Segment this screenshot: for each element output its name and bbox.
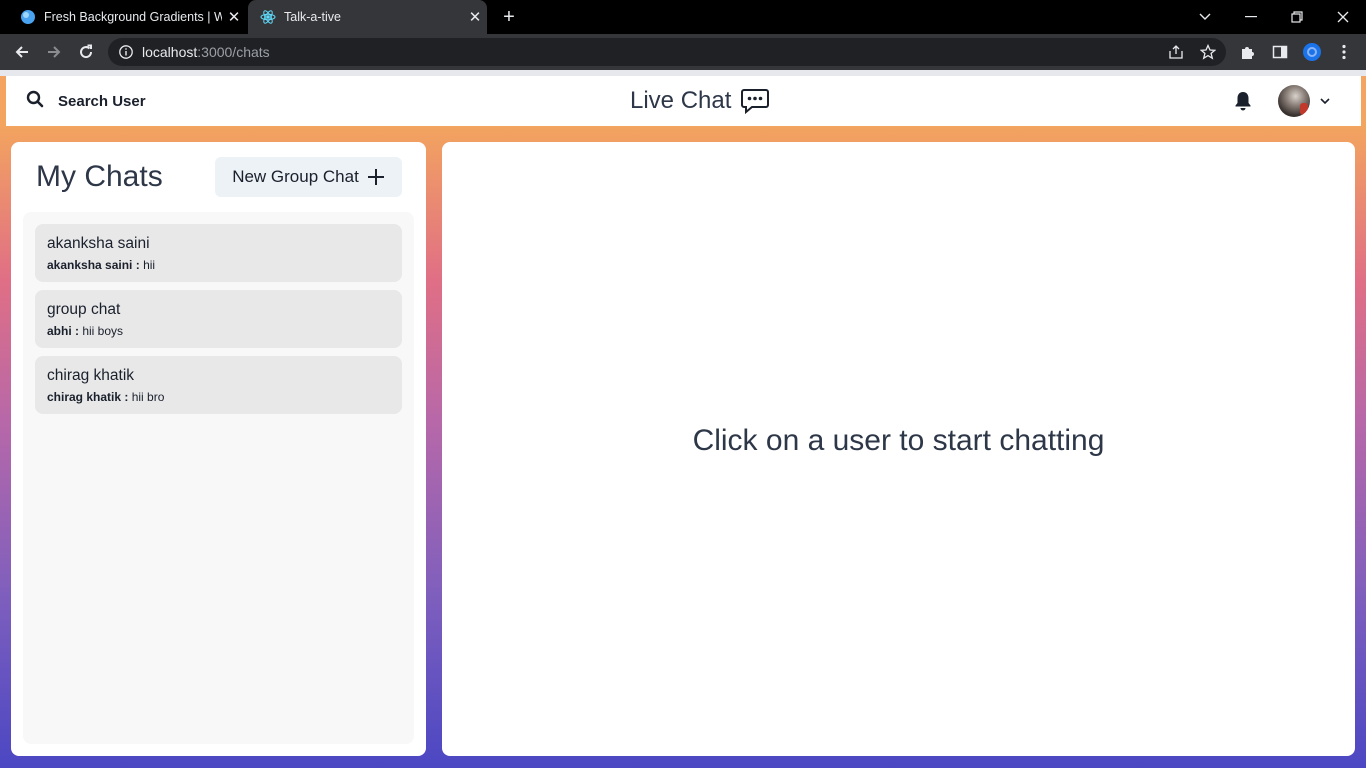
- chat-area: Click on a user to start chatting: [442, 142, 1355, 756]
- app-title: Live Chat: [630, 84, 770, 118]
- list-item-chat-group-chat[interactable]: group chat abhi : hii boys: [35, 290, 402, 348]
- empty-chat-placeholder: Click on a user to start chatting: [692, 424, 1105, 457]
- url-path: :3000/chats: [197, 44, 270, 60]
- plus-icon: [367, 168, 385, 186]
- my-chats-title: My Chats: [36, 160, 163, 193]
- new-group-chat-button[interactable]: New Group Chat: [215, 157, 402, 197]
- notification-bell-icon[interactable]: [1232, 89, 1254, 113]
- chat-bubble-icon: [741, 88, 770, 114]
- latest-message: chirag khatik : hii bro: [47, 390, 164, 404]
- latest-message: abhi : hii boys: [47, 324, 123, 338]
- message-sender: abhi :: [47, 324, 79, 338]
- profile-menu-button[interactable]: [1278, 84, 1330, 118]
- search-user-label: Search User: [58, 92, 146, 110]
- tab-title: Fresh Background Gradients | We: [44, 10, 222, 24]
- message-sender: akanksha saini :: [47, 258, 140, 272]
- chat-name: group chat: [47, 301, 121, 318]
- search-icon: [26, 90, 44, 113]
- avatar: [1278, 85, 1310, 117]
- chat-list: akanksha saini akanksha saini : hii grou…: [23, 212, 414, 744]
- browser-toolbar: localhost:3000/chats: [0, 34, 1366, 70]
- message-sender: chirag khatik :: [47, 390, 129, 404]
- tab-title: Talk-a-tive: [284, 10, 341, 24]
- reload-icon[interactable]: [74, 40, 98, 64]
- page-background: Search User Live Chat My Chats New Group…: [0, 70, 1366, 768]
- gradient-favicon-icon: [20, 9, 36, 25]
- list-item-chat-akanksha-saini[interactable]: akanksha saini akanksha saini : hii: [35, 224, 402, 282]
- message-text: hii boys: [82, 324, 124, 338]
- minimize-icon[interactable]: [1228, 0, 1274, 34]
- react-favicon-icon: [260, 9, 276, 25]
- new-group-chat-label: New Group Chat: [232, 167, 359, 186]
- share-icon[interactable]: [1164, 40, 1188, 64]
- chat-name: akanksha saini: [47, 235, 150, 252]
- extensions-puzzle-icon[interactable]: [1236, 40, 1260, 64]
- url-text: localhost:3000/chats: [142, 44, 270, 60]
- close-window-icon[interactable]: [1320, 0, 1366, 34]
- app-header: Search User Live Chat: [6, 76, 1361, 126]
- search-user-button[interactable]: Search User: [26, 88, 146, 114]
- list-item-chat-chirag-khatik[interactable]: chirag khatik chirag khatik : hii bro: [35, 356, 402, 414]
- browser-tab-talk-a-tive[interactable]: Talk-a-tive ✕: [248, 0, 487, 34]
- latest-message: akanksha saini : hii: [47, 258, 155, 272]
- message-text: hii bro: [131, 390, 165, 404]
- site-info-icon[interactable]: [118, 44, 134, 60]
- my-chats-panel: My Chats New Group Chat akanksha saini a…: [11, 142, 426, 756]
- browser-tab-fresh-gradients[interactable]: Fresh Background Gradients | We ✕: [8, 0, 246, 34]
- address-bar[interactable]: localhost:3000/chats: [108, 38, 1226, 66]
- chevron-down-icon: [1320, 92, 1330, 110]
- side-panel-icon[interactable]: [1268, 40, 1292, 64]
- close-tab-icon[interactable]: ✕: [463, 8, 487, 26]
- app-title-text: Live Chat: [630, 87, 732, 114]
- close-tab-icon[interactable]: ✕: [222, 8, 246, 26]
- chat-name: chirag khatik: [47, 367, 135, 384]
- profile-icon[interactable]: [1300, 40, 1324, 64]
- message-text: hii: [143, 258, 156, 272]
- back-arrow-icon[interactable]: [10, 40, 34, 64]
- browser-tab-bar: Fresh Background Gradients | We ✕ Talk-a…: [0, 0, 1366, 34]
- new-tab-icon[interactable]: +: [498, 6, 520, 28]
- restore-icon[interactable]: [1274, 0, 1320, 34]
- bookmark-star-icon[interactable]: [1196, 40, 1220, 64]
- tab-search-chevron-icon[interactable]: [1182, 0, 1228, 34]
- url-host: localhost: [142, 44, 198, 60]
- browser-menu-icon[interactable]: [1332, 40, 1356, 64]
- forward-arrow-icon[interactable]: [42, 40, 66, 64]
